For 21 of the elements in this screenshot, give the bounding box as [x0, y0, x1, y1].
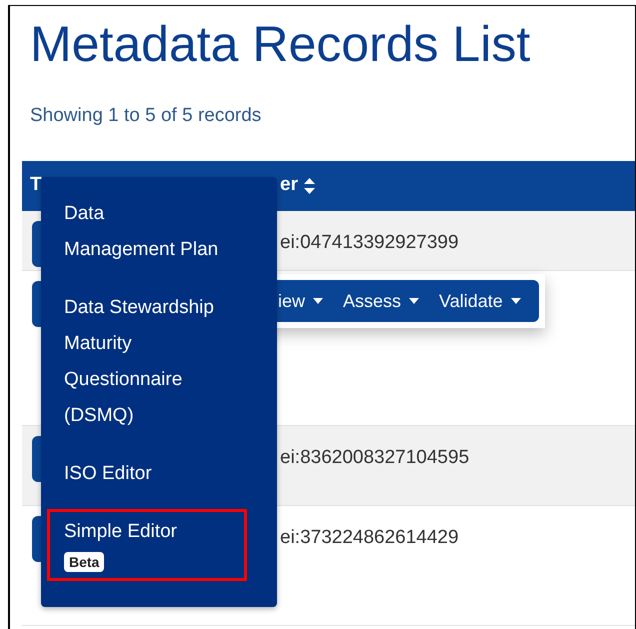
menu-item-label: ISO Editor — [64, 463, 152, 484]
dropdown-button[interactable]: Validate — [431, 283, 529, 319]
menu-item-label: Simple Editor — [64, 521, 177, 542]
table-cell: ei:047413392927399 — [280, 232, 459, 252]
menu-item[interactable]: Data Management Plan — [47, 191, 247, 273]
menu-item-label: Data Management Plan — [64, 203, 218, 260]
beta-badge: Beta — [64, 552, 104, 572]
menu-item-label: Data Stewardship Maturity Questionnaire (DSMQ) — [64, 297, 214, 426]
caret-icon — [510, 298, 521, 304]
record-count-text: Showing 1 to 5 of 5 records — [30, 104, 262, 128]
menu-item[interactable]: Simple Editor Beta — [47, 509, 247, 581]
table-cell: ei:373224862614429 — [280, 526, 459, 548]
caret-icon — [409, 298, 420, 304]
table-cell: ei:8362008327104595 — [280, 446, 470, 468]
dropdown-button[interactable]: Assess — [335, 283, 428, 319]
caret-icon — [313, 298, 324, 304]
column-header[interactable]: er — [280, 171, 298, 200]
column-header[interactable]: T — [30, 171, 42, 200]
menu-item[interactable]: ISO Editor — [47, 451, 247, 497]
menu-item[interactable]: Data Stewardship Maturity Questionnaire (DSMQ) — [47, 285, 247, 439]
page-title: Metadata Records List — [30, 15, 532, 74]
